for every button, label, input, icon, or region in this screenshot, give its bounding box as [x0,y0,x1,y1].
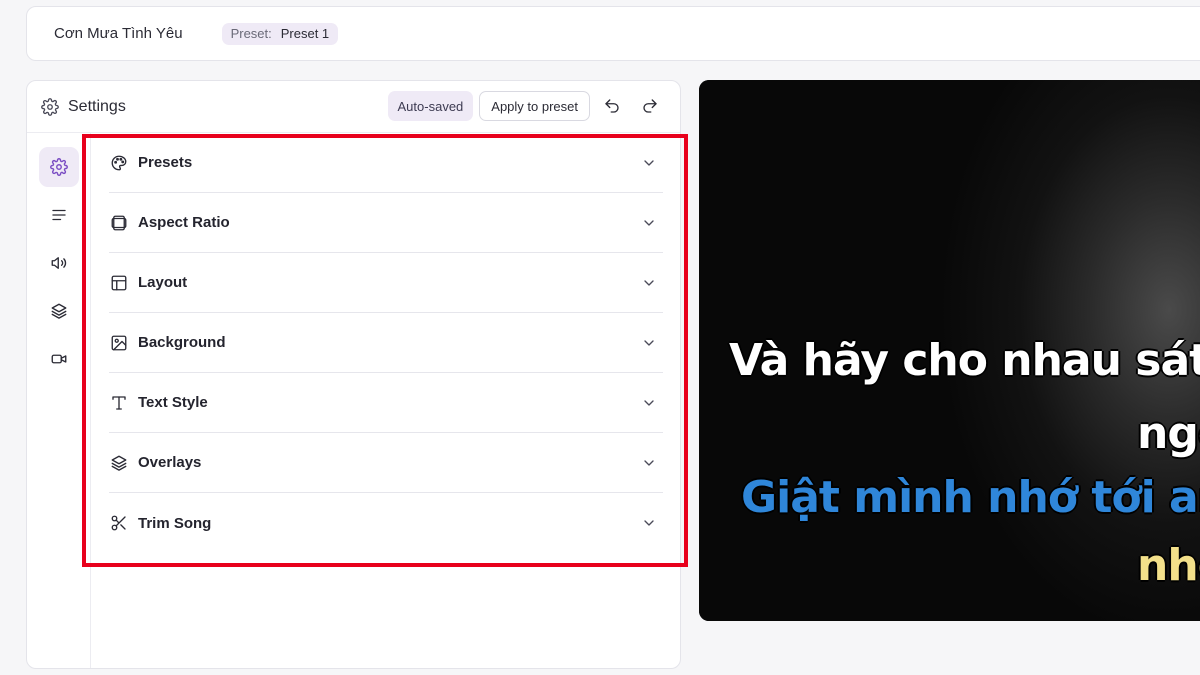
section-trim-song[interactable]: Trim Song [109,493,663,553]
section-label: Overlays [138,454,202,471]
layers-icon [51,303,67,319]
section-label: Trim Song [138,514,212,532]
undo-icon [605,99,619,113]
section-layout[interactable]: Layout [109,253,663,313]
video-preview: Và hãy cho nhau sát ngơ Giật mình nhớ tớ… [699,80,1200,621]
chevron-down-icon [644,160,654,166]
aspect-ratio-icon [111,215,127,230]
lines-icon [52,209,66,221]
top-bar: Cơn Mưa Tình Yêu Preset: Preset 1 [26,6,1200,61]
layers-icon [111,455,127,471]
preset-chip-value: Preset 1 [280,26,330,41]
side-rail [27,133,91,668]
section-overlays[interactable]: Overlays [109,433,663,493]
section-label: Text Style [138,394,208,411]
scissors-icon [111,515,126,531]
apply-to-preset-button[interactable]: Apply to preset [479,91,590,121]
rail-item-video[interactable] [39,339,79,379]
settings-panel: Settings Auto-saved Apply to preset Pres… [26,80,681,669]
gear-icon [41,97,59,116]
song-title: Cơn Mưa Tình Yêu [54,25,183,42]
settings-title: Settings [68,97,126,115]
section-presets[interactable]: Presets [109,133,663,193]
lyric-line-3: Giật mình nhớ tới an [741,472,1200,523]
redo-icon [643,99,657,113]
section-label: Presets [138,154,193,171]
rail-item-audio[interactable] [39,243,79,283]
section-text-style[interactable]: Text Style [109,373,663,433]
video-camera-icon [51,354,67,364]
speaker-icon [51,257,67,269]
header-actions: Auto-saved Apply to preset [387,91,666,121]
chevron-down-icon [644,220,654,226]
chevron-down-icon [644,280,654,286]
section-background[interactable]: Background [109,313,663,373]
lyric-line-2: ngơ [1137,408,1200,459]
rail-item-layers[interactable] [39,291,79,331]
undo-button[interactable] [596,91,628,121]
gear-icon [50,158,68,176]
chevron-down-icon [644,460,654,466]
section-label: Background [138,334,226,351]
lyric-line-1: Và hãy cho nhau sát [729,335,1200,386]
palette-icon [111,155,127,170]
section-label: Layout [138,274,188,291]
chevron-down-icon [644,340,654,346]
settings-header: Settings Auto-saved Apply to preset [27,81,680,133]
layout-icon [111,275,127,290]
rail-item-settings[interactable] [39,147,79,187]
chevron-down-icon [644,400,654,406]
autosaved-badge: Auto-saved [387,91,474,121]
section-aspect-ratio[interactable]: Aspect Ratio [109,193,663,253]
image-icon [111,335,127,350]
text-icon [112,395,126,410]
redo-button[interactable] [634,91,666,121]
preset-chip[interactable]: Preset: Preset 1 [221,22,339,45]
section-label: Aspect Ratio [138,214,230,231]
preset-chip-label: Preset: [230,26,272,41]
settings-sections: Presets Aspect Ratio Layout Background T… [109,133,663,553]
rail-item-lyrics[interactable] [39,195,79,235]
lyric-line-4: nhớ [1137,540,1200,591]
chevron-down-icon [644,520,654,526]
